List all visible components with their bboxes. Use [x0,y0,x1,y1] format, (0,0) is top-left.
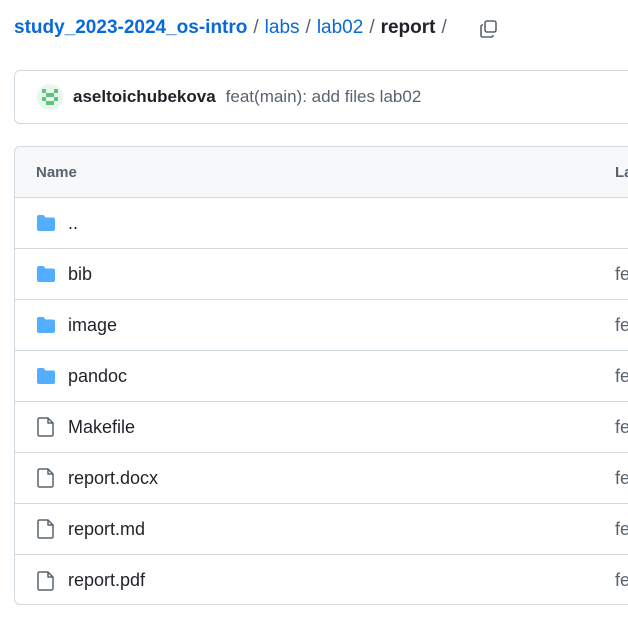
breadcrumb-separator: / [253,17,259,38]
file-row[interactable]: image fe [15,300,628,351]
file-name[interactable]: bib [68,264,92,285]
latest-commit-box: aseltoichubekova feat(main): add files l… [14,70,628,124]
file-list: Name La .. bib fe image fe pandoc fe Ma [14,146,628,605]
breadcrumb-repo-link[interactable]: study_2023-2024_os-intro [14,17,247,39]
file-commit-message[interactable]: fe [615,366,628,387]
file-name[interactable]: pandoc [68,366,127,387]
file-icon [36,570,56,591]
file-row[interactable]: report.pdf fe [15,555,628,604]
file-commit-message[interactable]: fe [615,417,628,438]
file-list-header: Name La [15,147,628,198]
file-row[interactable]: pandoc fe [15,351,628,402]
file-name[interactable]: report.pdf [68,570,145,591]
column-header-last-commit: La [615,163,628,181]
copy-icon [480,20,497,38]
breadcrumb-current: report [380,17,436,38]
breadcrumb-link-lab02[interactable]: lab02 [317,17,364,39]
file-icon [36,468,56,488]
folder-icon [36,264,56,284]
file-row[interactable]: bib fe [15,249,628,300]
folder-icon [36,213,56,233]
breadcrumb-link-labs[interactable]: labs [265,17,300,39]
file-commit-message[interactable]: fe [615,519,628,540]
folder-icon [36,366,56,386]
commit-message[interactable]: feat(main): add files lab02 [226,87,422,107]
file-icon [36,417,56,437]
file-name[interactable]: Makefile [68,417,135,438]
avatar[interactable] [37,84,63,110]
file-icon [36,519,56,539]
file-name[interactable]: .. [68,213,78,234]
file-name[interactable]: report.md [68,519,145,540]
file-commit-message[interactable]: fe [615,468,628,489]
folder-icon [36,315,56,335]
file-row[interactable]: Makefile fe [15,402,628,453]
file-name[interactable]: report.docx [68,468,158,489]
column-header-name: Name [36,163,77,181]
breadcrumb-separator: / [305,17,311,38]
file-row[interactable]: .. [15,198,628,249]
file-row[interactable]: report.md fe [15,504,628,555]
file-name[interactable]: image [68,315,117,336]
breadcrumb-separator: / [369,17,375,38]
breadcrumb: study_2023-2024_os-intro / labs / lab02 … [14,17,453,39]
copy-path-button[interactable] [476,16,502,42]
file-commit-message[interactable]: fe [615,315,628,336]
breadcrumb-separator: / [441,17,447,38]
file-row[interactable]: report.docx fe [15,453,628,504]
file-commit-message[interactable]: fe [615,570,628,591]
commit-author[interactable]: aseltoichubekova [73,87,216,107]
file-commit-message[interactable]: fe [615,264,628,285]
